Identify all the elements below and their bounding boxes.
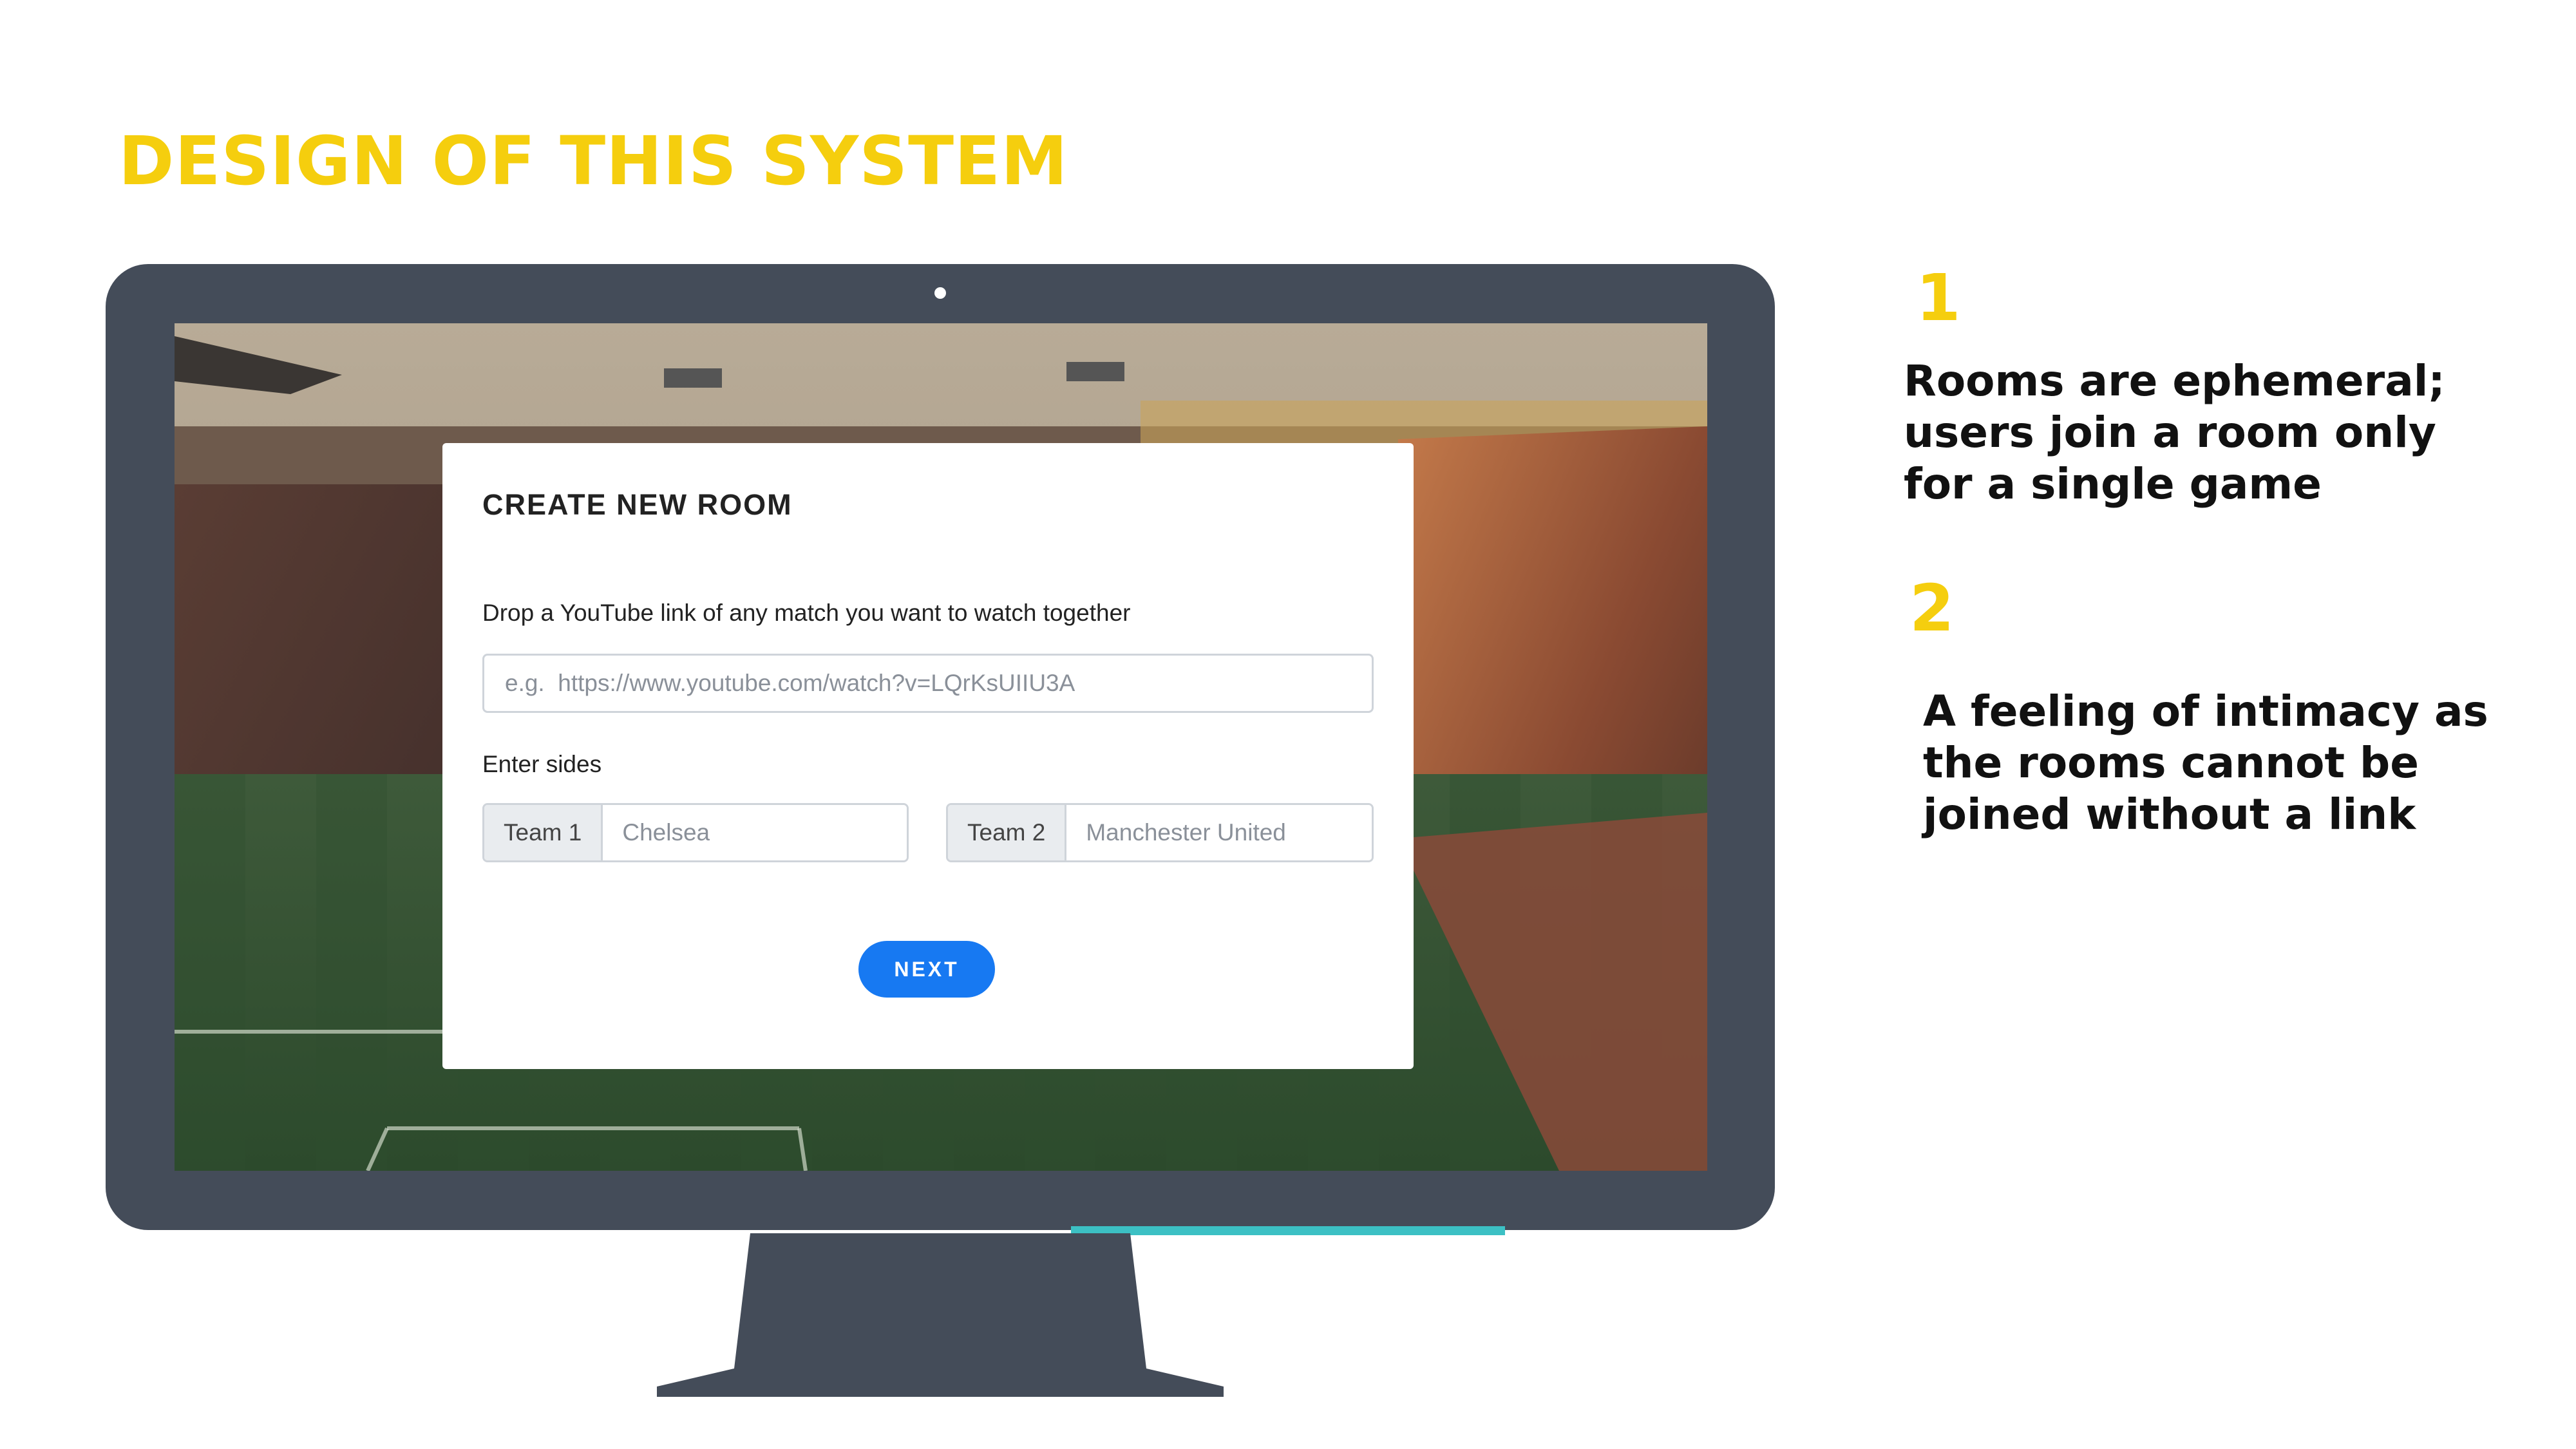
next-button[interactable]: NEXT (858, 941, 995, 998)
slide-title: DESIGN OF THIS SYSTEM (118, 122, 1068, 200)
monitor-screen: CREATE NEW ROOM Drop a YouTube link of a… (175, 323, 1707, 1171)
team1-label: Team 1 (484, 805, 603, 860)
team1-input-group: Team 1 (482, 803, 909, 862)
camera-dot (934, 287, 946, 299)
monitor-stand (657, 1233, 1224, 1397)
point-1-number: 1 (1916, 260, 1961, 336)
enter-sides-label: Enter sides (482, 751, 602, 777)
create-room-dialog: CREATE NEW ROOM Drop a YouTube link of a… (442, 443, 1414, 1069)
team1-input[interactable] (603, 805, 907, 860)
point-2-text: A feeling of intimacy as the rooms canno… (1923, 687, 2488, 839)
team2-label: Team 2 (948, 805, 1067, 860)
dialog-title: CREATE NEW ROOM (482, 488, 793, 521)
monitor-frame: CREATE NEW ROOM Drop a YouTube link of a… (106, 264, 1775, 1230)
url-prompt-label: Drop a YouTube link of any match you wan… (482, 600, 1131, 626)
team2-input-group: Team 2 (946, 803, 1374, 862)
point-1-text: Rooms are ephemeral; users join a room o… (1904, 356, 2445, 509)
youtube-url-input[interactable] (482, 654, 1374, 713)
point-2-number: 2 (1909, 571, 1955, 646)
team2-input[interactable] (1066, 805, 1372, 860)
